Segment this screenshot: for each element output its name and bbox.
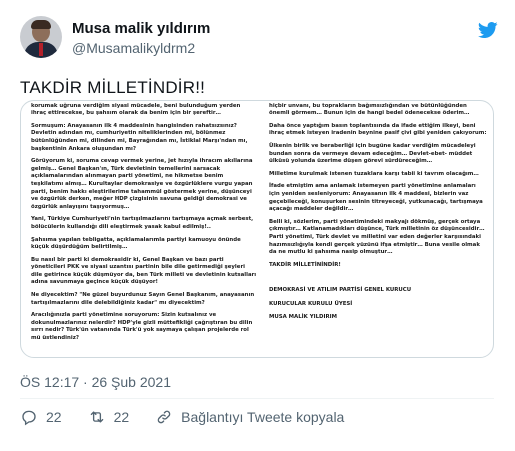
tweet-image-document[interactable]: Ortaya koymuştur. Türkiye Cumhuriyeti'ni… [20, 100, 494, 358]
document-left-column: Ortaya koymuştur. Türkiye Cumhuriyeti'ni… [31, 101, 257, 348]
document-right-column: ihraçtan çekinmiyorum… Çünkü herhangi bi… [269, 101, 487, 328]
document-paragraph: Daha önce yaptığım basın toplantısında d… [269, 122, 487, 137]
twitter-bird-icon[interactable] [476, 20, 500, 40]
tweet-actions: 22 22 Bağlantıyı Tweete kopyala [20, 406, 370, 428]
embedded-tweet: Musa malik yıldırım @Musamalikyldrm2 TAK… [0, 0, 515, 451]
document-paragraph: Ülkenin birlik ve beraberliği için bugün… [269, 142, 476, 165]
author-handle[interactable]: @Musamalikyldrm2 [72, 39, 210, 57]
document-paragraph: ihraçtan çekinmiyorum… Çünkü herhangi bi… [269, 102, 470, 117]
document-paragraph: Görüyorum ki, soruma cevap vermek yerine… [31, 158, 253, 210]
document-paragraph: Ne diyecektim? "Ne güzel buyurdunuz Sayı… [31, 292, 255, 306]
copy-link-button[interactable]: Bağlantıyı Tweete kopyala [155, 408, 344, 426]
document-paragraph: Milletime kurulmak istenen tuzaklara kar… [269, 170, 479, 177]
tweet-timestamp[interactable]: ÖS 12:17 · 26 Şub 2021 [20, 374, 171, 390]
reply-count: 22 [46, 409, 62, 425]
document-paragraph: Şahsıma yapılan tebligatta, açıklamaları… [31, 236, 241, 251]
document-paragraph: Yani, Türkiye Cumhuriyeti'nin tartışılma… [31, 216, 254, 230]
retweet-arrows-icon [90, 411, 103, 423]
avatar[interactable] [20, 16, 62, 58]
author-display-name[interactable]: Musa malik yıldırım [72, 20, 210, 38]
chain-link-icon [157, 410, 171, 424]
document-closing-line: TAKDİR MİLLETİNİNDİR! [269, 261, 341, 268]
document-paragraph: İfade etmiştim ama anlamak istemeyen par… [269, 183, 483, 213]
speech-bubble-icon [22, 410, 36, 426]
document-signature-line: KURUCULAR KURULU ÜYESİ [269, 300, 353, 307]
document-paragraph: Aracılığınızla parti yönetimine soruyoru… [31, 312, 253, 342]
document-signature-line: DEMOKRASİ VE ATILIM PARTİSİ GENEL KURUCU [269, 287, 412, 294]
tweet-text: TAKDİR MİLLETİNDİR!! [20, 78, 206, 97]
tweet-header: Musa malik yıldırım @Musamalikyldrm2 [20, 14, 500, 64]
retweet-count: 22 [113, 409, 130, 425]
copy-link-label: Bağlantıyı Tweete kopyala [181, 409, 345, 425]
document-paragraph: Belli ki, sözlerim, parti yönetimindeki … [269, 218, 485, 256]
document-paragraph: Bu nasıl bir parti ki demokrasidir ki, G… [31, 256, 257, 286]
divider [20, 398, 494, 399]
document-paragraph: Ortaya koymuştur. Türkiye Cumhuriyeti'ni… [31, 102, 241, 117]
author-info: Musa malik yıldırım @Musamalikyldrm2 [72, 20, 210, 57]
document-paragraph: Sormuşum: Anayasanın ilk 4 maddesinin ha… [31, 122, 248, 152]
document-signature-line: MUSA MALİK YILDIRIM [269, 314, 338, 321]
reply-button[interactable]: 22 [20, 408, 62, 426]
retweet-button[interactable]: 22 [88, 408, 130, 426]
